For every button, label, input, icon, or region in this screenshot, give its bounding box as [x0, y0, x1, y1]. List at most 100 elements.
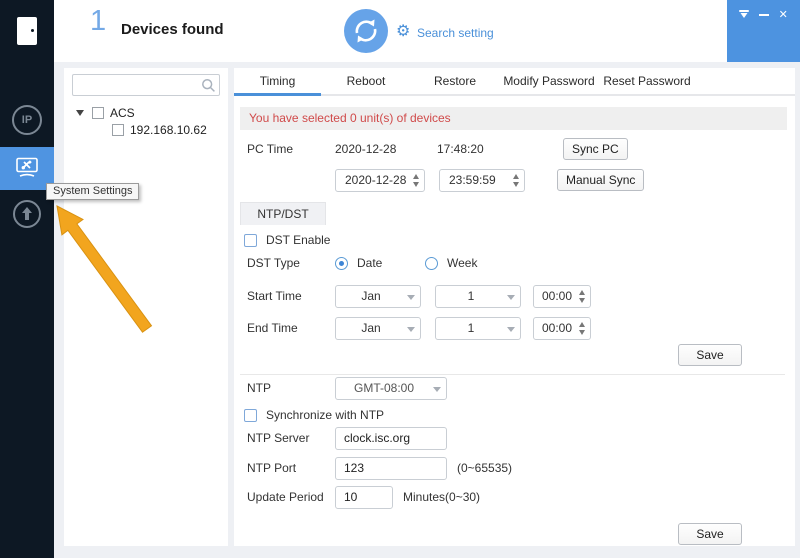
door-logo-icon	[17, 17, 37, 45]
start-time-spinner[interactable]: 00:00	[533, 284, 591, 308]
dst-type-week-label: Week	[447, 256, 478, 270]
app-logo	[0, 0, 54, 62]
pc-time-label: PC Time	[247, 142, 294, 156]
collapse-arrow-icon[interactable]	[76, 110, 84, 116]
device-checkbox[interactable]	[112, 124, 124, 136]
tab-restore[interactable]: Restore	[411, 68, 499, 94]
chevron-down-icon	[507, 294, 515, 300]
minimize-icon	[758, 14, 769, 16]
manual-time-spinner[interactable]: 23:59:59	[439, 168, 525, 192]
start-time-row: Start Time Jan 1 00:00	[247, 284, 787, 308]
ntp-port-label: NTP Port	[247, 461, 297, 475]
header: 1 Devices found ⚙ Search setting	[54, 0, 727, 62]
spinner-arrows-icon[interactable]	[513, 173, 519, 187]
manual-time-row: 2020-12-28 23:59:59 Manual Sync	[247, 168, 787, 192]
search-setting-gear-icon[interactable]: ⚙	[396, 21, 410, 41]
dst-enable-label: DST Enable	[266, 233, 331, 247]
dst-type-date-radio[interactable]	[335, 256, 348, 270]
dst-save-button[interactable]: Save	[678, 344, 742, 366]
tree-device-row[interactable]: 192.168.10.62	[64, 122, 228, 138]
sync-ntp-checkbox[interactable]	[244, 408, 257, 422]
dst-enable-row: DST Enable	[244, 228, 787, 252]
close-button[interactable]: ✕	[776, 8, 790, 22]
pc-date-value: 2020-12-28	[335, 142, 397, 156]
section-divider	[240, 374, 785, 375]
start-day-value: 1	[467, 289, 475, 303]
end-time-row: End Time Jan 1 00:00	[247, 316, 787, 340]
ip-icon-text: IP	[21, 114, 33, 126]
device-tree-panel: ACS 192.168.10.62	[64, 68, 228, 546]
start-time-label: Start Time	[247, 289, 302, 303]
start-month-value: Jan	[361, 289, 381, 303]
manual-date-spinner[interactable]: 2020-12-28	[335, 168, 425, 192]
spinner-arrows-icon[interactable]	[413, 173, 419, 187]
tab-timing[interactable]: Timing	[234, 68, 321, 96]
tree-search-box	[72, 74, 220, 96]
ntp-port-row: NTP Port (0~65535)	[247, 456, 787, 480]
start-month-select[interactable]: Jan	[335, 284, 421, 308]
sidebar-item-ip-settings[interactable]: IP	[0, 100, 54, 140]
device-count: 1	[90, 5, 107, 37]
tree-group-row[interactable]: ACS	[64, 105, 228, 121]
ntp-timezone-value: GMT-08:00	[353, 381, 415, 395]
tab-modify-password[interactable]: Modify Password	[499, 68, 599, 94]
manual-sync-button[interactable]: Manual Sync	[557, 169, 645, 191]
ntp-port-input[interactable]	[335, 456, 447, 480]
selection-banner: You have selected 0 unit(s) of devices	[240, 107, 787, 130]
dst-type-label: DST Type	[247, 256, 300, 270]
config-tool-window: IP 1 Devices found ⚙ Search setting ✕ AC…	[0, 0, 800, 558]
sync-pc-button[interactable]: Sync PC	[563, 138, 628, 160]
dst-enable-checkbox[interactable]	[244, 233, 257, 247]
spinner-arrows-icon[interactable]	[579, 321, 585, 335]
ntp-port-hint: (0~65535)	[457, 461, 513, 475]
refresh-button[interactable]	[344, 9, 388, 53]
skin-icon[interactable]	[737, 8, 751, 22]
chevron-down-icon	[507, 326, 515, 332]
upgrade-icon	[11, 198, 43, 233]
end-time-value: 00:00	[541, 321, 573, 335]
device-ip-label: 192.168.10.62	[130, 123, 207, 137]
update-period-input[interactable]	[335, 485, 393, 509]
end-time-label: End Time	[247, 321, 298, 335]
ntp-dst-subtab[interactable]: NTP/DST	[240, 202, 326, 225]
end-month-select[interactable]: Jan	[335, 316, 421, 340]
window-controls: ✕	[727, 0, 800, 62]
ntp-timezone-row: NTP GMT-08:00	[247, 376, 787, 400]
group-label: ACS	[110, 106, 135, 120]
search-setting-link[interactable]: Search setting	[417, 26, 494, 40]
search-icon[interactable]	[201, 78, 216, 96]
end-time-spinner[interactable]: 00:00	[533, 316, 591, 340]
system-settings-tooltip: System Settings	[46, 183, 140, 200]
end-day-select[interactable]: 1	[435, 316, 521, 340]
update-period-row: Update Period Minutes(0~30)	[247, 485, 787, 509]
minimize-button[interactable]	[757, 8, 771, 22]
dst-type-date-label: Date	[357, 256, 383, 270]
system-settings-icon	[14, 155, 40, 182]
ntp-server-label: NTP Server	[247, 431, 310, 445]
settings-panel: Timing Reboot Restore Modify Password Re…	[234, 68, 795, 546]
devices-found-label: Devices found	[121, 21, 224, 38]
sync-ntp-row: Synchronize with NTP	[244, 403, 787, 427]
tree-search-input[interactable]	[77, 76, 195, 94]
ntp-server-input[interactable]	[335, 426, 447, 450]
chevron-down-icon	[407, 326, 415, 332]
dst-type-row: DST Type Date Week	[247, 251, 787, 275]
group-checkbox[interactable]	[92, 107, 104, 119]
tab-reset-password[interactable]: Reset Password	[599, 68, 695, 94]
dst-type-week-radio[interactable]	[425, 256, 438, 270]
chevron-down-icon	[407, 294, 415, 300]
ntp-server-row: NTP Server	[247, 426, 787, 450]
content-area: ACS 192.168.10.62 Timing Reboot Restore …	[54, 62, 800, 558]
tab-reboot[interactable]: Reboot	[321, 68, 411, 94]
tab-bar: Timing Reboot Restore Modify Password Re…	[234, 68, 795, 96]
start-day-select[interactable]: 1	[435, 284, 521, 308]
ntp-label: NTP	[247, 381, 271, 395]
update-period-hint: Minutes(0~30)	[403, 490, 481, 504]
chevron-down-icon	[433, 386, 441, 392]
spinner-arrows-icon[interactable]	[579, 289, 585, 303]
update-period-label: Update Period	[247, 490, 324, 504]
pc-time-row: PC Time 2020-12-28 17:48:20 Sync PC	[247, 137, 787, 161]
ntp-timezone-select[interactable]: GMT-08:00	[335, 376, 447, 400]
ntp-save-button[interactable]: Save	[678, 523, 742, 545]
start-time-value: 00:00	[541, 289, 573, 303]
